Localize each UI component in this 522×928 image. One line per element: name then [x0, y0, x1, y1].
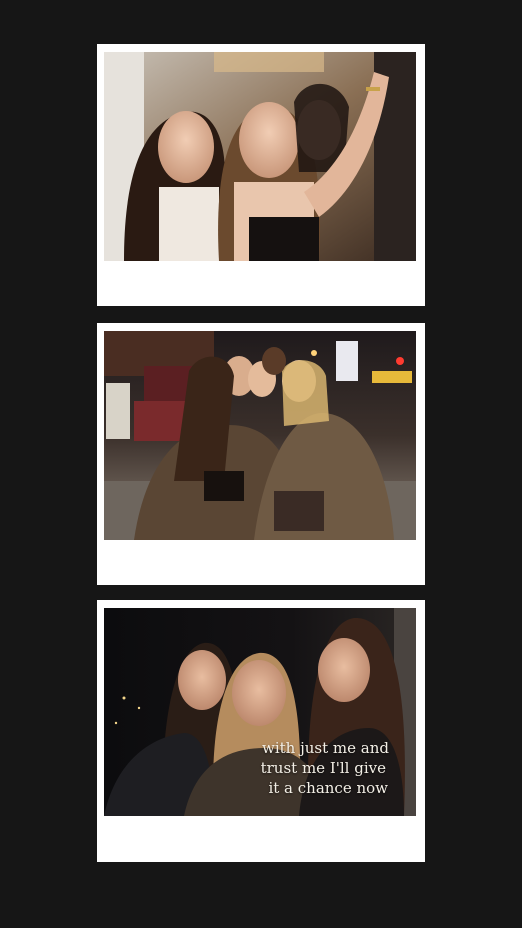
- photo-street-hug: [104, 331, 416, 540]
- polaroid-frame-3: with just me and trust me I'll give it a…: [97, 600, 425, 862]
- overlay-text-line-3: it a chance now: [268, 779, 388, 797]
- polaroid-frame-1: [97, 44, 425, 306]
- photo-street-hug-image: [104, 331, 416, 540]
- photo-night-group: with just me and trust me I'll give it a…: [104, 608, 416, 816]
- polaroid-frame-2: [97, 323, 425, 585]
- overlay-text-line-1: with just me and: [262, 739, 389, 757]
- photo-selfie-trio: [104, 52, 416, 261]
- overlay-text-line-2: trust me I'll give: [260, 759, 386, 777]
- photo-selfie-trio-image: [104, 52, 416, 261]
